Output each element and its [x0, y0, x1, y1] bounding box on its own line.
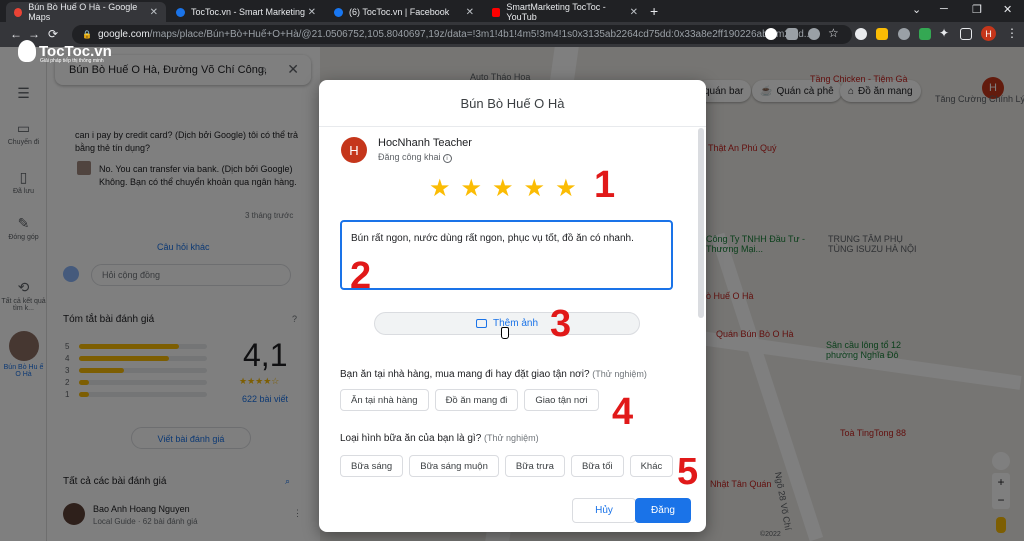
star-4-icon[interactable]: ★ — [524, 175, 546, 203]
close-icon[interactable]: ✕ — [466, 7, 474, 18]
star-rating: ★ ★ ★ ★ ★ — [429, 175, 577, 203]
tab-title: Bún Bò Huế O Hà - Google Maps — [28, 2, 138, 22]
maps-icon — [14, 7, 23, 17]
experimental-tag: (Thử nghiệm) — [484, 433, 539, 443]
tab-title: SmartMarketing TocToc - YouTub — [506, 2, 606, 22]
scrollbar[interactable] — [698, 128, 704, 318]
extension-icon[interactable] — [855, 28, 867, 40]
visibility-text: Đăng công khai — [378, 152, 441, 162]
url-path: /maps/place/Bún+Bò+Huế+O+Hà/@21.0506752,… — [149, 29, 813, 40]
share-icon[interactable] — [808, 28, 820, 40]
window-close-icon[interactable]: ✕ — [1003, 3, 1012, 16]
url-domain: google.com — [97, 29, 150, 40]
close-icon[interactable]: ✕ — [308, 7, 316, 18]
review-dialog: Bún Bò Huế O Hà H HocNhanh Teacher Đăng … — [319, 80, 706, 532]
option-other[interactable]: Khác — [629, 455, 674, 477]
annotation-number-2: 2 — [350, 255, 372, 297]
experimental-tag: (Thử nghiệm) — [592, 369, 647, 379]
star-2-icon[interactable]: ★ — [461, 175, 483, 203]
logo-name: TocToc.vn — [39, 42, 112, 60]
browser-tabbar: Bún Bò Huế O Hà - Google Maps ✕ TocToc.v… — [0, 0, 1024, 22]
option-dine-in[interactable]: Ăn tại nhà hàng — [340, 389, 429, 411]
minimize-icon[interactable]: ─ — [940, 3, 948, 15]
star-5-icon[interactable]: ★ — [555, 175, 577, 203]
info-icon[interactable]: i — [442, 154, 452, 163]
lock-icon: 🔒 — [82, 30, 92, 39]
dining-options: Ăn tại nhà hàng Đồ ăn mang đi Giao tận n… — [340, 389, 599, 411]
option-lunch[interactable]: Bữa trưa — [504, 455, 565, 477]
address-bar[interactable]: 🔒 google.com/maps/place/Bún+Bò+Huế+O+Hà/… — [72, 25, 852, 44]
option-brunch[interactable]: Bữa sáng muộn — [409, 455, 499, 477]
tab-google-maps[interactable]: Bún Bò Huế O Hà - Google Maps ✕ — [6, 2, 166, 22]
logo-tagline: Giải pháp tiếp thị thông minh — [40, 58, 104, 64]
option-breakfast[interactable]: Bữa sáng — [340, 455, 404, 477]
option-takeout[interactable]: Đồ ăn mang đi — [434, 389, 519, 411]
tab-youtube[interactable]: SmartMarketing TocToc - YouTub ✕ — [484, 2, 646, 22]
add-photo-icon — [475, 319, 487, 328]
dining-question: Bạn ăn tại nhà hàng, mua mang đi hay đặt… — [340, 369, 647, 380]
annotation-number-1: 1 — [594, 164, 616, 206]
forward-arrow-icon[interactable]: → — [28, 27, 40, 41]
tab-title: TocToc.vn - Smart Marketing — [191, 7, 306, 17]
browser-toolbar: ← → ⟳ 🔒 google.com/maps/place/Bún+Bò+Huế… — [0, 22, 1024, 47]
new-tab-plus-icon[interactable]: + — [650, 3, 658, 19]
extension-icon[interactable] — [876, 28, 888, 40]
question-text: Bạn ăn tại nhà hàng, mua mang đi hay đặt… — [340, 369, 590, 380]
maximize-icon[interactable]: ❐ — [972, 3, 982, 16]
mouse-cursor — [501, 327, 509, 339]
annotation-number-3: 3 — [550, 303, 572, 345]
annotation-number-5: 5 — [677, 451, 699, 493]
profile-avatar[interactable]: H — [981, 26, 996, 41]
cancel-button[interactable]: Hủy — [572, 498, 636, 523]
option-dinner[interactable]: Bữa tối — [570, 455, 624, 477]
divider — [319, 126, 706, 127]
meal-options: Bữa sáng Bữa sáng muộn Bữa trưa Bữa tối … — [340, 455, 674, 477]
install-icon[interactable] — [786, 28, 798, 40]
more-menu-icon[interactable]: ⋮ — [1006, 26, 1018, 40]
meal-type-question: Loại hình bữa ăn của bạn là gì? (Thử ngh… — [340, 433, 539, 444]
puzzle-icon[interactable]: ✦ — [939, 26, 949, 40]
dialog-title: Bún Bò Huế O Hà — [460, 96, 565, 111]
question-text: Loại hình bữa ăn của bạn là gì? — [340, 433, 482, 444]
toctoc-logo: TocToc.vn Giải pháp tiếp thị thông minh — [18, 40, 112, 64]
back-arrow-icon[interactable]: ← — [10, 27, 22, 41]
reload-icon[interactable]: ⟳ — [48, 27, 58, 41]
star-3-icon[interactable]: ★ — [492, 175, 514, 203]
bookmark-star-icon[interactable]: ☆ — [828, 26, 839, 40]
tab-title: (6) TocToc.vn | Facebook — [349, 7, 450, 17]
sidepanel-icon[interactable] — [960, 28, 972, 40]
add-photo-label: Thêm ảnh — [492, 318, 539, 329]
user-name: HocNhanh Teacher — [378, 137, 472, 149]
option-delivery[interactable]: Giao tận nơi — [524, 389, 599, 411]
user-avatar: H — [341, 137, 367, 163]
tab-facebook[interactable]: (6) TocToc.vn | Facebook ✕ — [326, 2, 482, 22]
annotation-number-4: 4 — [612, 391, 634, 433]
youtube-icon — [492, 7, 501, 17]
facebook-icon — [334, 7, 343, 17]
tab-toctoc[interactable]: TocToc.vn - Smart Marketing ✕ — [168, 2, 324, 22]
tab-search-chevron-icon[interactable]: ⌄ — [912, 3, 921, 16]
close-icon[interactable]: ✕ — [150, 7, 158, 18]
post-button[interactable]: Đăng — [635, 498, 691, 523]
close-icon[interactable]: ✕ — [630, 7, 638, 18]
star-1-icon[interactable]: ★ — [429, 175, 451, 203]
review-textarea[interactable]: Bún rất ngon, nước dùng rất ngon, phục v… — [340, 220, 673, 290]
extension-icon[interactable] — [919, 28, 931, 40]
extension-gear-icon[interactable] — [898, 28, 910, 40]
google-icon[interactable] — [765, 28, 777, 40]
rocket-icon — [18, 40, 36, 62]
visibility-note: Đăng công khai i — [378, 152, 452, 163]
toctoc-icon — [176, 7, 185, 17]
